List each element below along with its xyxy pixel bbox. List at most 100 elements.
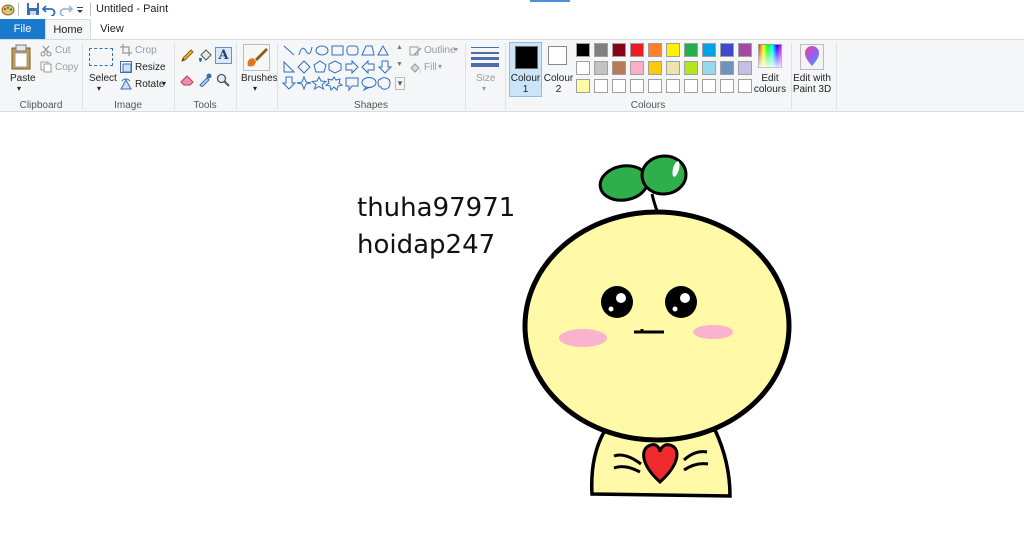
blush-right [693, 325, 733, 339]
palette-swatch[interactable] [720, 61, 734, 75]
fill-icon[interactable] [198, 49, 212, 63]
palette-swatch[interactable] [702, 79, 716, 93]
palette-swatch[interactable] [666, 61, 680, 75]
palette-swatch[interactable] [576, 43, 590, 57]
pencil-icon[interactable] [180, 49, 194, 63]
paint3d-label-line2[interactable]: Paint 3D [792, 84, 832, 95]
palette-swatch[interactable] [684, 43, 698, 57]
size-icon[interactable] [471, 45, 499, 67]
palette-swatch[interactable] [684, 61, 698, 75]
brushes-dropdown-arrow[interactable]: ▾ [253, 84, 257, 93]
eye-left [601, 286, 633, 318]
tools-group-label: Tools [193, 100, 217, 111]
resize-label[interactable]: Resize [135, 62, 166, 73]
window-title: Untitled - Paint [96, 3, 169, 15]
palette-swatch[interactable] [702, 43, 716, 57]
paste-dropdown-arrow[interactable]: ▾ [17, 84, 21, 93]
drawing-art [522, 154, 792, 498]
select-dropdown-arrow[interactable]: ▾ [97, 84, 101, 93]
paste-icon[interactable] [10, 44, 32, 70]
select-label[interactable]: Select [89, 73, 117, 84]
palette-swatch[interactable] [612, 43, 626, 57]
drawing-canvas[interactable]: thuha97971 hoidap247 [0, 112, 1024, 559]
brushes-icon[interactable] [243, 44, 270, 71]
shapes-expand[interactable]: ▾ [395, 77, 405, 90]
palette-swatch[interactable] [648, 61, 662, 75]
magnifier-icon[interactable] [216, 73, 230, 87]
edit-colours-icon[interactable] [758, 44, 782, 68]
palette-swatch[interactable] [666, 79, 680, 93]
palette-swatch[interactable] [720, 43, 734, 57]
colour2-label-line2: 2 [555, 84, 562, 95]
paint-app-icon[interactable] [1, 2, 15, 16]
copy-icon[interactable] [40, 61, 52, 73]
rotate-icon[interactable] [120, 78, 132, 90]
copy-label[interactable]: Copy [55, 62, 78, 73]
redo-icon[interactable] [59, 2, 73, 16]
sprout-leaf-right [640, 154, 688, 196]
paint3d-icon[interactable] [800, 44, 824, 70]
fill-label[interactable]: Fill [424, 62, 437, 73]
paint3d-label-line1[interactable]: Edit with [792, 73, 832, 84]
tab-home[interactable]: Home [45, 19, 91, 40]
palette-swatch[interactable] [594, 43, 608, 57]
shapes-scroll-up[interactable]: ▲ [396, 44, 403, 51]
palette-swatch[interactable] [576, 79, 590, 93]
cut-icon[interactable] [40, 45, 52, 57]
palette-swatch[interactable] [666, 43, 680, 57]
eye-right-shine-small [672, 306, 678, 312]
edit-colours-label-line2[interactable]: colours [752, 84, 788, 95]
palette-swatch[interactable] [648, 79, 662, 93]
eye-right [665, 286, 697, 318]
paste-label[interactable]: Paste [10, 73, 36, 84]
rotate-label[interactable]: Rotate [135, 79, 164, 90]
shapes-group-label: Shapes [354, 100, 388, 111]
palette-swatch[interactable] [738, 43, 752, 57]
brushes-label[interactable]: Brushes [241, 73, 278, 84]
tab-file[interactable]: File [0, 19, 45, 39]
palette-swatch[interactable] [738, 61, 752, 75]
group-separator [236, 43, 237, 109]
title-accent [530, 0, 570, 2]
tab-view[interactable]: View [91, 19, 133, 39]
palette-swatch[interactable] [684, 79, 698, 93]
colour2-swatch[interactable] [548, 46, 567, 65]
resize-icon[interactable] [120, 61, 132, 73]
customize-toolbar-icon[interactable] [76, 2, 84, 16]
fill-shape-icon[interactable] [409, 62, 422, 74]
save-icon[interactable] [26, 2, 40, 16]
text-icon[interactable]: A [215, 47, 232, 64]
crop-label[interactable]: Crop [135, 45, 157, 56]
edit-colours-label-line1[interactable]: Edit [752, 73, 788, 84]
eraser-icon[interactable] [180, 74, 194, 86]
shapes-scroll-down[interactable]: ▼ [396, 61, 403, 68]
cut-label[interactable]: Cut [55, 45, 71, 56]
fill-dropdown-arrow[interactable]: ▾ [438, 62, 442, 71]
palette-swatch[interactable] [630, 43, 644, 57]
shapes-gallery[interactable] [282, 44, 394, 94]
rotate-dropdown-arrow[interactable]: ▾ [162, 79, 166, 88]
ribbon-tabs: File Home View [0, 19, 1024, 40]
qa-separator [18, 3, 19, 16]
palette-swatch[interactable] [702, 61, 716, 75]
palette-swatch[interactable] [648, 43, 662, 57]
palette-swatch[interactable] [594, 61, 608, 75]
select-icon[interactable] [89, 48, 113, 66]
palette-swatch[interactable] [576, 61, 590, 75]
palette-swatch[interactable] [612, 79, 626, 93]
palette-swatch[interactable] [594, 79, 608, 93]
palette-swatch[interactable] [630, 79, 644, 93]
outline-label[interactable]: Outline [424, 45, 456, 56]
color-picker-icon[interactable] [198, 73, 212, 87]
palette-swatch[interactable] [612, 61, 626, 75]
crop-icon[interactable] [120, 44, 132, 56]
palette-swatch[interactable] [720, 79, 734, 93]
palette-swatch[interactable] [630, 61, 644, 75]
size-dropdown-arrow[interactable]: ▾ [482, 84, 486, 93]
undo-icon[interactable] [42, 2, 56, 16]
palette-swatch[interactable] [738, 79, 752, 93]
size-label[interactable]: Size [476, 73, 495, 84]
image-group-label: Image [114, 100, 142, 111]
outline-dropdown-arrow[interactable]: ▾ [454, 45, 458, 54]
outline-icon[interactable] [409, 45, 422, 57]
